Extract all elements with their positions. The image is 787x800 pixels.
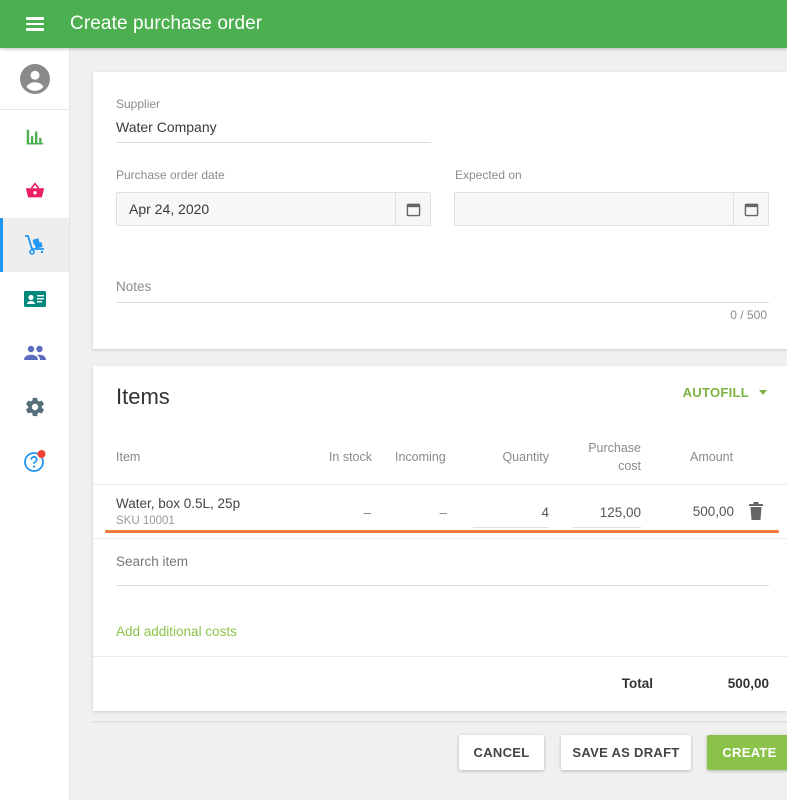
sidebar [0,48,70,800]
item-quantity-input[interactable]: 4 [473,505,549,520]
po-date-value: Apr 24, 2020 [129,201,210,217]
notification-badge [37,450,45,458]
purchase-cost-underline [573,527,641,528]
cancel-button[interactable]: CANCEL [459,735,544,770]
footer-divider [93,721,787,723]
autofill-dropdown[interactable]: AUTOFILL [683,385,767,400]
notes-field[interactable]: Notes [116,279,151,294]
trash-icon [749,502,763,520]
sidebar-item-employees[interactable] [0,326,69,380]
header-divider [93,484,787,485]
account-circle-icon [19,63,50,94]
column-header-quantity: Quantity [502,450,549,464]
menu-button[interactable] [0,0,70,48]
total-value: 500,00 [727,676,769,691]
items-card: Items AUTOFILL Item In stock Incoming Qu… [93,366,787,711]
quantity-underline [473,527,549,528]
supplier-field[interactable]: Water Company [116,119,217,135]
sidebar-avatar[interactable] [0,48,69,110]
expected-on-label: Expected on [455,168,522,182]
column-header-amount: Amount [690,450,734,464]
supplier-label: Supplier [116,97,161,111]
notes-underline [116,302,769,303]
calendar-icon [744,203,758,216]
column-header-in-stock: In stock [328,450,372,464]
column-header-item: Item [116,450,141,464]
item-incoming: – [439,505,447,520]
search-item-input[interactable]: Search item [116,554,188,569]
calendar-icon [406,203,420,216]
create-button[interactable]: CREATE [707,735,787,770]
autofill-label: AUTOFILL [682,385,749,400]
contact-card-icon [23,291,46,307]
po-date-field[interactable]: Apr 24, 2020 [116,192,431,226]
sidebar-item-customers[interactable] [0,272,69,326]
people-icon [23,345,46,360]
sidebar-item-sales[interactable] [0,164,69,218]
app-header: Create purchase order [0,0,787,48]
basket-icon [25,182,44,198]
total-divider [93,656,787,657]
item-in-stock: – [363,505,371,520]
add-additional-costs-link[interactable]: Add additional costs [116,624,237,639]
po-date-label: Purchase order date [116,168,225,182]
items-title: Items [116,384,170,409]
po-date-calendar-button[interactable] [395,193,430,225]
sidebar-item-purchases[interactable] [0,218,69,272]
order-details-card: Supplier Water Company Purchase order da… [93,72,787,349]
item-purchase-cost-input[interactable]: 125,00 [573,505,641,520]
sidebar-item-reports[interactable] [0,110,69,164]
hand-truck-icon [24,235,44,255]
delete-item-button[interactable] [749,502,763,525]
expected-on-calendar-button[interactable] [733,193,768,225]
bar-chart-icon [26,129,43,145]
save-as-draft-button[interactable]: SAVE AS DRAFT [561,735,691,770]
item-sku: SKU 10001 [116,515,175,527]
sidebar-item-help[interactable] [0,434,69,488]
help-icon [23,450,45,472]
page-title: Create purchase order [70,13,263,34]
column-header-incoming: Incoming [395,450,446,464]
row-divider [93,538,787,539]
search-underline [116,585,769,586]
supplier-underline [116,142,431,143]
item-name[interactable]: Water, box 0.5L, 25p [116,496,240,511]
row-highlight-line [105,530,779,533]
column-header-purchase-cost: Purchase cost [588,441,641,473]
notes-char-counter: 0 / 500 [730,308,767,322]
dropdown-arrow-icon [759,390,767,395]
gear-icon [25,397,44,417]
expected-on-field[interactable] [454,192,769,226]
sidebar-item-settings[interactable] [0,380,69,434]
hamburger-menu-icon [26,17,44,31]
item-amount: 500,00 [692,504,734,519]
total-label: Total [621,676,653,691]
